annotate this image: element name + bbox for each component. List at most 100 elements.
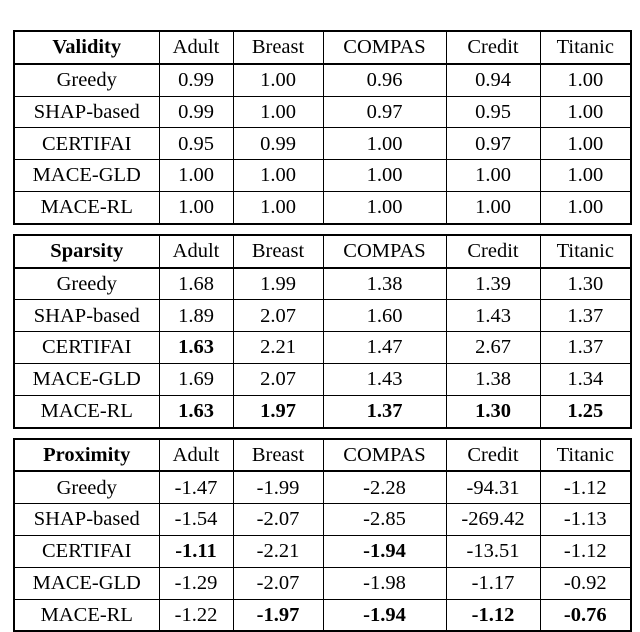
table-row: MACE-RL 1.00 1.00 1.00 1.00 1.00: [13, 190, 632, 225]
cell-value: -0.76: [539, 598, 632, 632]
table-row: CERTIFAI 1.63 2.21 1.47 2.67 1.37: [13, 331, 632, 364]
cell-value: -1.17: [445, 566, 541, 600]
cell-value: 1.00: [232, 63, 324, 97]
cell-value: 1.00: [322, 127, 447, 161]
caption-text: the XGBoost classifier.: [2, 0, 202, 6]
cell-value: -1.47: [158, 470, 234, 505]
metric-name-header: Sparsity: [13, 234, 160, 269]
cell-value: -1.13: [539, 503, 632, 536]
cell-value: 0.96: [322, 63, 447, 97]
cell-value: 0.95: [445, 95, 541, 129]
metric-name-header: Validity: [13, 30, 160, 65]
cell-value: 1.00: [322, 190, 447, 225]
column-header-titanic: Titanic: [539, 30, 632, 65]
cell-value: -1.94: [322, 598, 447, 632]
column-header-compas: COMPAS: [322, 438, 447, 473]
cell-value: -1.54: [158, 503, 234, 536]
table-row: MACE-GLD 1.00 1.00 1.00 1.00 1.00: [13, 159, 632, 192]
cell-value: -1.97: [232, 598, 324, 632]
row-label: CERTIFAI: [13, 127, 160, 161]
cell-value: 1.00: [232, 95, 324, 129]
cell-value: 1.43: [445, 299, 541, 333]
cell-value: 0.97: [322, 95, 447, 129]
row-label: SHAP-based: [13, 503, 160, 536]
row-label: Greedy: [13, 267, 160, 301]
cell-value: 1.00: [158, 159, 234, 192]
column-header-breast: Breast: [232, 438, 324, 473]
table-row: SHAP-based -1.54 -2.07 -2.85 -269.42 -1.13: [13, 503, 632, 536]
cell-value: -269.42: [445, 503, 541, 536]
cell-value: -1.98: [322, 566, 447, 600]
column-header-credit: Credit: [445, 234, 541, 269]
row-label: Greedy: [13, 470, 160, 505]
table-row: MACE-GLD 1.69 2.07 1.43 1.38 1.34: [13, 362, 632, 396]
cell-value: 1.63: [158, 331, 234, 364]
cell-value: -1.11: [158, 534, 234, 568]
cell-value: 1.99: [232, 267, 324, 301]
row-label: CERTIFAI: [13, 331, 160, 364]
cell-value: -1.12: [539, 470, 632, 505]
column-header-titanic: Titanic: [539, 438, 632, 473]
row-label: Greedy: [13, 63, 160, 97]
cell-value: 1.39: [445, 267, 541, 301]
column-header-adult: Adult: [158, 234, 234, 269]
cell-value: 1.00: [539, 127, 632, 161]
column-header-compas: COMPAS: [322, 30, 447, 65]
cell-value: -0.92: [539, 566, 632, 600]
cell-value: 1.89: [158, 299, 234, 333]
cell-value: 0.97: [445, 127, 541, 161]
metric-table-validity: Validity Adult Breast COMPAS Credit Titanic Gr…: [13, 30, 632, 225]
cell-value: 2.21: [232, 331, 324, 364]
row-label: MACE-GLD: [13, 566, 160, 600]
column-header-compas: COMPAS: [322, 234, 447, 269]
cell-value: 1.97: [232, 394, 324, 429]
table-row: MACE-GLD -1.29 -2.07 -1.98 -1.17 -0.92: [13, 566, 632, 600]
cell-value: 0.99: [232, 127, 324, 161]
cell-value: 1.43: [322, 362, 447, 396]
metric-table-sparsity: Sparsity Adult Breast COMPAS Credit Titanic Gr…: [13, 233, 632, 429]
cell-value: 2.07: [232, 299, 324, 333]
cell-value: -94.31: [445, 470, 541, 505]
table-header-row: Validity Adult Breast COMPAS Credit Titanic: [13, 30, 632, 65]
cell-value: 1.00: [445, 190, 541, 225]
cell-value: -2.07: [232, 503, 324, 536]
table-row: SHAP-based 0.99 1.00 0.97 0.95 1.00: [13, 95, 632, 129]
cell-value: 1.00: [322, 159, 447, 192]
table-row: Greedy -1.47 -1.99 -2.28 -94.31 -1.12: [13, 470, 632, 505]
cell-value: 0.99: [158, 95, 234, 129]
cell-value: 1.00: [539, 95, 632, 129]
cell-value: -2.28: [322, 470, 447, 505]
table-row: Greedy 0.99 1.00 0.96 0.94 1.00: [13, 63, 632, 97]
column-header-adult: Adult: [158, 30, 234, 65]
table-header-row: Sparsity Adult Breast COMPAS Credit Titanic: [13, 234, 632, 269]
cell-value: 0.99: [158, 63, 234, 97]
cell-value: 1.47: [322, 331, 447, 364]
table-row: CERTIFAI 0.95 0.99 1.00 0.97 1.00: [13, 127, 632, 161]
column-header-credit: Credit: [445, 438, 541, 473]
column-header-credit: Credit: [445, 30, 541, 65]
row-label: MACE-RL: [13, 394, 160, 429]
cell-value: 1.30: [445, 394, 541, 429]
cell-value: 1.00: [232, 190, 324, 225]
results-tables: Validity Adult Breast COMPAS Credit Titanic Gr…: [13, 30, 632, 632]
table-row: CERTIFAI -1.11 -2.21 -1.94 -13.51 -1.12: [13, 534, 632, 568]
cell-value: -13.51: [445, 534, 541, 568]
cell-value: -1.12: [539, 534, 632, 568]
cell-value: -1.12: [445, 598, 541, 632]
cell-value: 1.30: [539, 267, 632, 301]
cell-value: 1.00: [539, 190, 632, 225]
cell-value: 1.00: [539, 159, 632, 192]
cell-value: -1.99: [232, 470, 324, 505]
table-row: SHAP-based 1.89 2.07 1.60 1.43 1.37: [13, 299, 632, 333]
table-row: Greedy 1.68 1.99 1.38 1.39 1.30: [13, 267, 632, 301]
cell-value: 1.60: [322, 299, 447, 333]
column-header-breast: Breast: [232, 30, 324, 65]
cell-value: 1.37: [539, 299, 632, 333]
row-label: MACE-RL: [13, 598, 160, 632]
metric-name-header: Proximity: [13, 438, 160, 473]
cell-value: -1.29: [158, 566, 234, 600]
cell-value: 0.94: [445, 63, 541, 97]
cell-value: 1.63: [158, 394, 234, 429]
column-header-adult: Adult: [158, 438, 234, 473]
cell-value: 1.68: [158, 267, 234, 301]
